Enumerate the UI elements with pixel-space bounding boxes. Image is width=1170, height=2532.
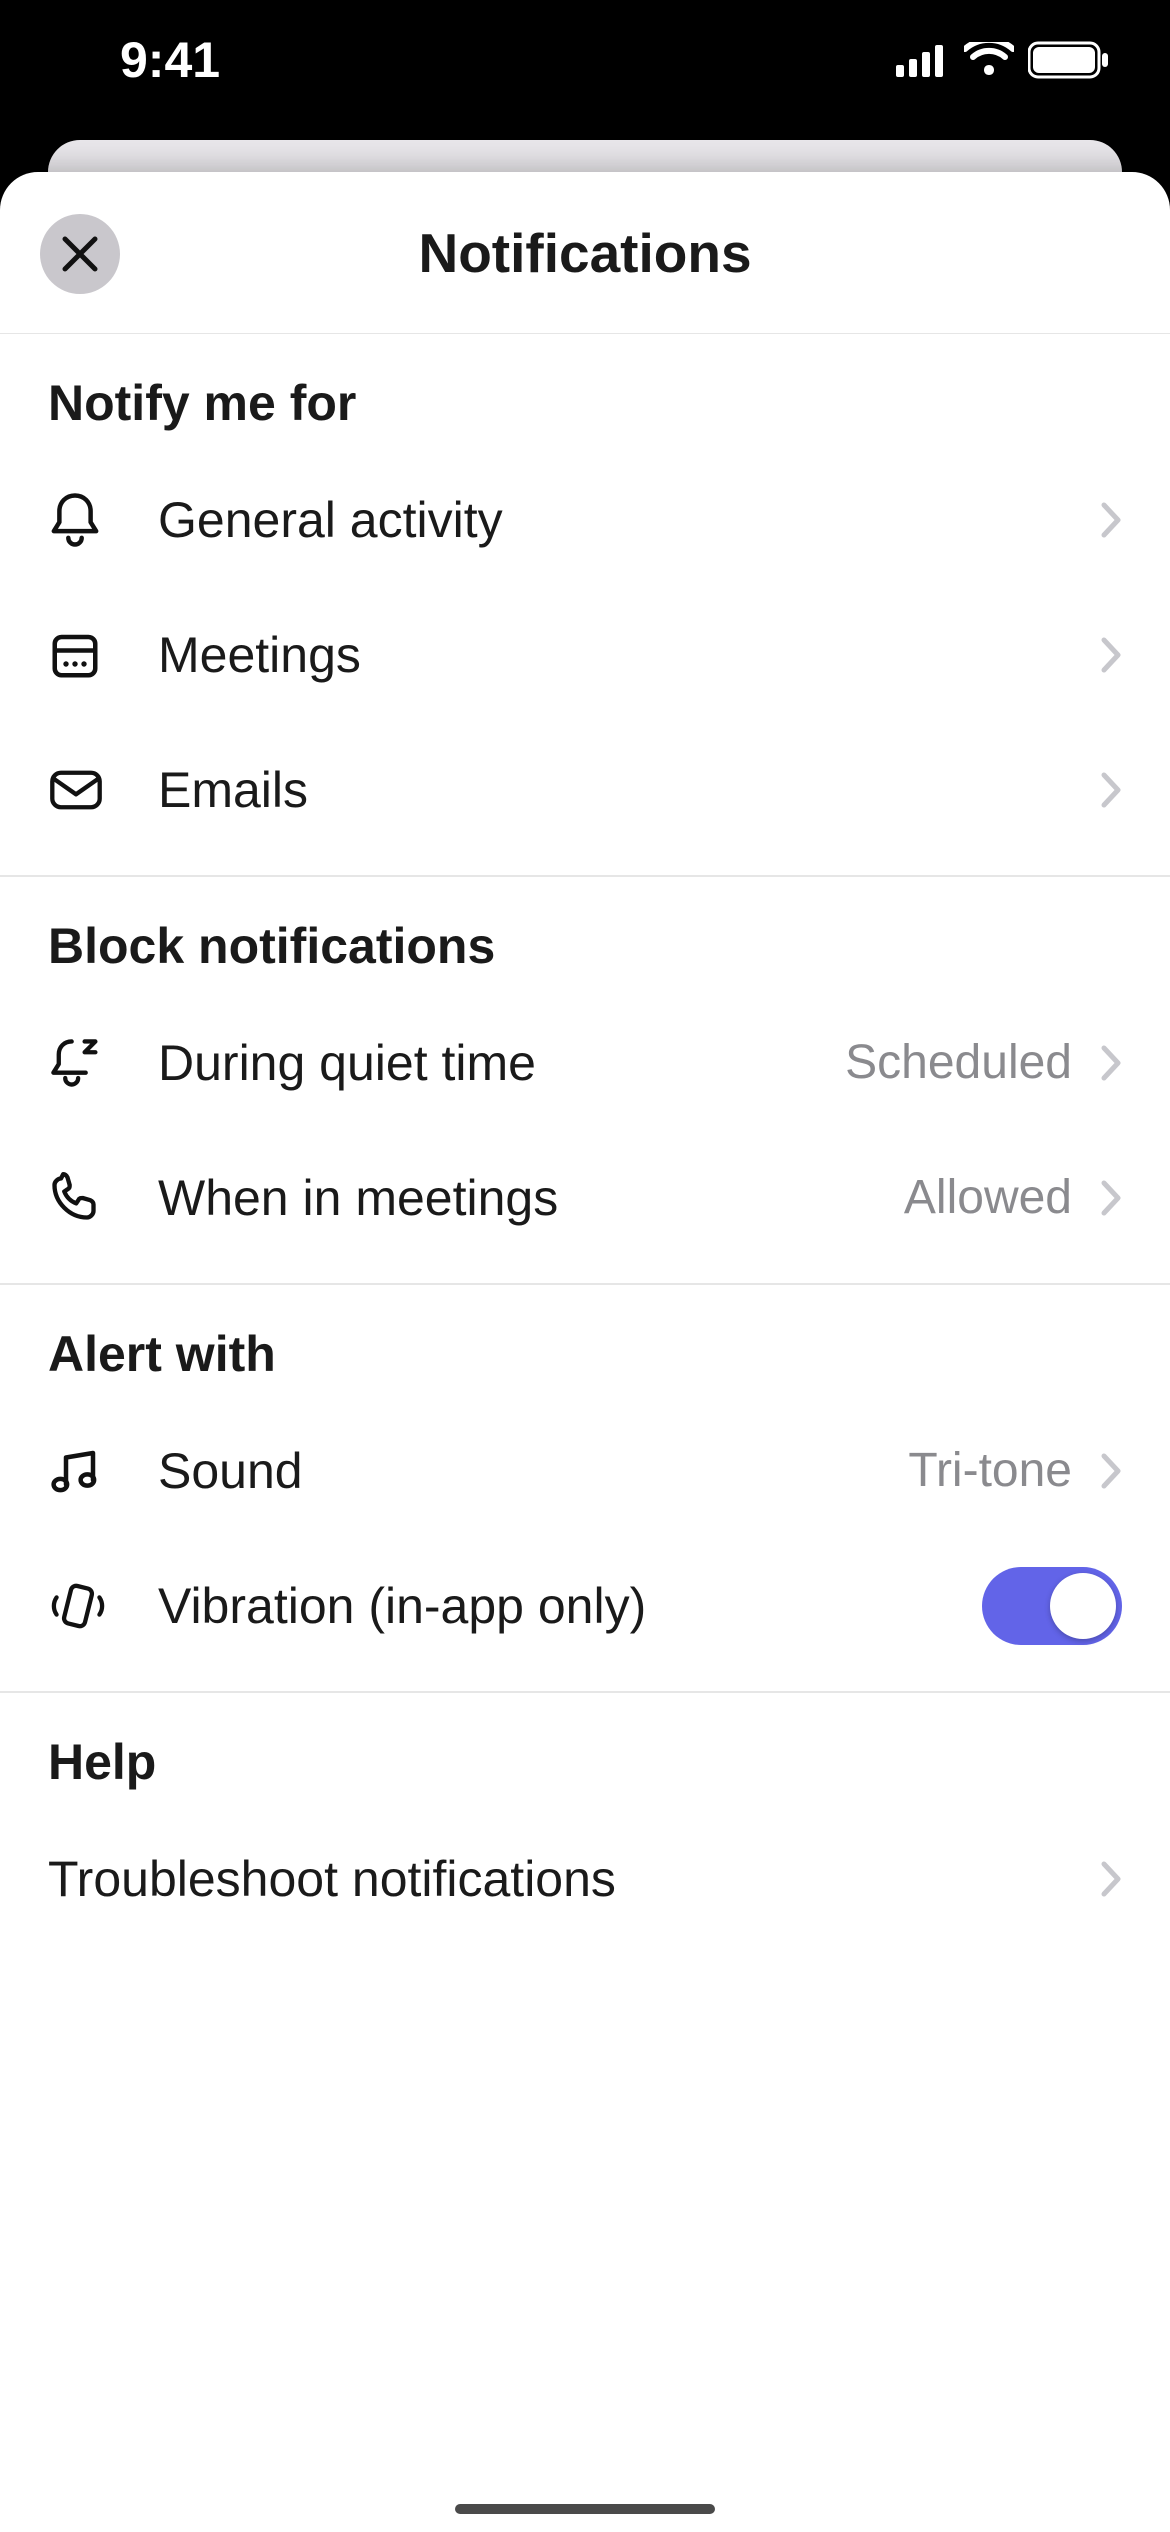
close-icon bbox=[59, 233, 101, 275]
row-label: Troubleshoot notifications bbox=[48, 1850, 1100, 1908]
row-label: Sound bbox=[158, 1442, 908, 1500]
row-label: Meetings bbox=[158, 626, 1100, 684]
music-icon bbox=[48, 1444, 102, 1498]
chevron-right-icon bbox=[1100, 1044, 1122, 1082]
cellular-icon bbox=[896, 43, 950, 77]
status-bar: 9:41 bbox=[0, 0, 1170, 140]
toggle-knob bbox=[1050, 1573, 1116, 1639]
mail-icon bbox=[48, 768, 104, 812]
chevron-right-icon bbox=[1100, 1860, 1122, 1898]
wifi-icon bbox=[964, 42, 1014, 78]
chevron-right-icon bbox=[1100, 1179, 1122, 1217]
page-title: Notifications bbox=[418, 221, 751, 285]
row-value: Scheduled bbox=[845, 1035, 1072, 1090]
row-label: Emails bbox=[158, 761, 1100, 819]
chevron-right-icon bbox=[1100, 771, 1122, 809]
section-header-help: Help bbox=[0, 1693, 1170, 1811]
row-label: General activity bbox=[158, 491, 1100, 549]
row-vibration: Vibration (in-app only) bbox=[0, 1538, 1170, 1673]
close-button[interactable] bbox=[40, 214, 120, 294]
row-value: Tri-tone bbox=[908, 1443, 1072, 1498]
row-label: Vibration (in-app only) bbox=[158, 1577, 982, 1635]
vibration-icon bbox=[48, 1580, 108, 1632]
battery-icon bbox=[1028, 41, 1110, 79]
sheet-header: Notifications bbox=[0, 172, 1170, 334]
chevron-right-icon bbox=[1100, 501, 1122, 539]
section-header-alert: Alert with bbox=[0, 1285, 1170, 1403]
home-indicator[interactable] bbox=[455, 2504, 715, 2514]
row-emails[interactable]: Emails bbox=[0, 722, 1170, 857]
row-troubleshoot[interactable]: Troubleshoot notifications bbox=[0, 1811, 1170, 1946]
bell-icon bbox=[48, 491, 102, 549]
phone-icon bbox=[48, 1172, 100, 1224]
notifications-sheet: Notifications Notify me for General acti… bbox=[0, 172, 1170, 2532]
row-quiet-time[interactable]: During quiet time Scheduled bbox=[0, 995, 1170, 1130]
row-sound[interactable]: Sound Tri-tone bbox=[0, 1403, 1170, 1538]
row-value: Allowed bbox=[904, 1170, 1072, 1225]
row-meetings[interactable]: Meetings bbox=[0, 587, 1170, 722]
chevron-right-icon bbox=[1100, 636, 1122, 674]
chevron-right-icon bbox=[1100, 1452, 1122, 1490]
section-header-notify: Notify me for bbox=[0, 334, 1170, 452]
row-when-in-meetings[interactable]: When in meetings Allowed bbox=[0, 1130, 1170, 1265]
vibration-toggle[interactable] bbox=[982, 1567, 1122, 1645]
row-label: When in meetings bbox=[158, 1169, 904, 1227]
status-time: 9:41 bbox=[120, 31, 220, 89]
status-icons bbox=[896, 41, 1110, 79]
row-label: During quiet time bbox=[158, 1034, 845, 1092]
calendar-icon bbox=[48, 628, 102, 682]
sheet-content: Notify me for General activity bbox=[0, 334, 1170, 2532]
bell-snooze-icon bbox=[48, 1034, 104, 1092]
section-header-block: Block notifications bbox=[0, 877, 1170, 995]
row-general-activity[interactable]: General activity bbox=[0, 452, 1170, 587]
